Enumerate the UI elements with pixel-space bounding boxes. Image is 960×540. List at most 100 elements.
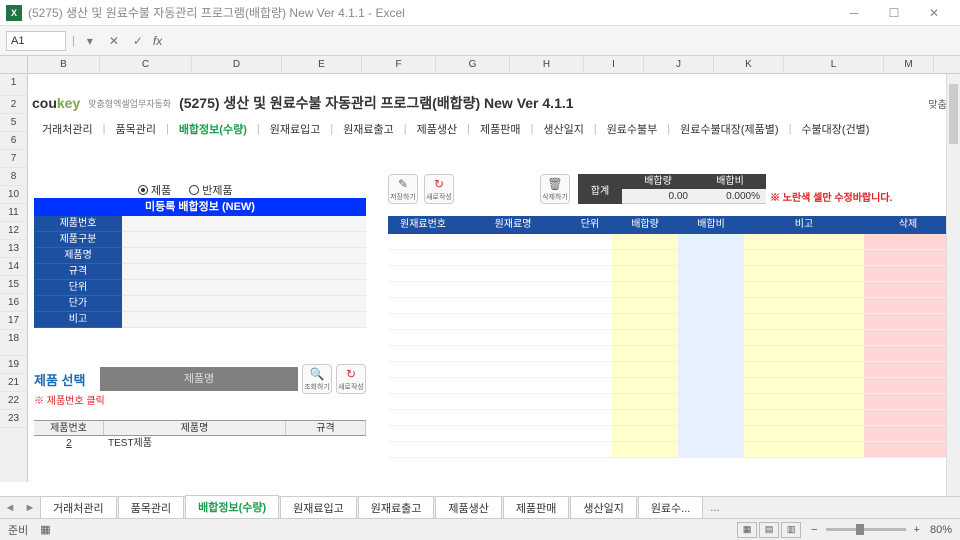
sheet-tab[interactable]: 제품판매 [503, 496, 569, 520]
radio-group: 제품 반제품 [138, 182, 233, 198]
title-bar: X (5275) 생산 및 원료수불 자동관리 프로그램(배합량) New Ve… [0, 0, 960, 26]
formula-bar: A1 | ▾ ✕ ✓ fx [0, 26, 960, 56]
note-text: ※ 제품번호 클릭 [34, 392, 105, 407]
view-normal-button[interactable]: ▦ [737, 522, 757, 538]
fx-label[interactable]: fx [153, 34, 162, 48]
delete-button[interactable]: 🗑삭제하기 [540, 174, 570, 204]
field-label: 제품명 [34, 248, 122, 264]
field-label: 제품번호 [34, 216, 122, 232]
field-label: 제품구분 [34, 232, 122, 248]
pencil-icon: ✎ [398, 177, 408, 191]
refresh-icon: ↻ [346, 367, 356, 381]
field-value[interactable] [122, 264, 366, 280]
field-value[interactable] [122, 296, 366, 312]
column-headers: B C D E F G H I J K L M [0, 56, 960, 74]
nav-item[interactable]: 원재료입고 [260, 121, 331, 137]
excel-icon: X [6, 5, 22, 21]
nav-item[interactable]: 생산일지 [533, 121, 593, 137]
fx-cancel-icon[interactable]: ✕ [105, 34, 123, 48]
sheet-tab[interactable]: 원재료입고 [280, 496, 357, 520]
sheet-tab-active[interactable]: 배합정보(수량) [185, 495, 279, 520]
refresh-icon: ↻ [434, 177, 444, 191]
col-header[interactable]: J [644, 56, 714, 73]
zoom-in-button[interactable]: + [914, 524, 920, 536]
radio-product[interactable]: 제품 [138, 182, 171, 198]
col-header[interactable]: D [192, 56, 282, 73]
field-label: 단가 [34, 296, 122, 312]
summary-box: 합계 배합량0.00 배합비0.000% [578, 174, 766, 204]
search-button[interactable]: 🔍조회하기 [302, 364, 332, 394]
col-header[interactable]: C [100, 56, 192, 73]
radio-dot-icon [189, 185, 199, 195]
close-button[interactable]: ✕ [914, 1, 954, 25]
fx-confirm-icon[interactable]: ✓ [129, 34, 147, 48]
warning-note: ※ 노란색 셀만 수정바랍니다. [770, 189, 892, 204]
status-ready: 준비 [8, 522, 28, 538]
tab-more[interactable]: ... [704, 502, 725, 514]
field-value[interactable] [122, 280, 366, 296]
nav-item[interactable]: 거래처관리 [32, 121, 103, 137]
sheet-tab[interactable]: 생산일지 [570, 496, 636, 520]
field-label: 단위 [34, 280, 122, 296]
window-title: (5275) 생산 및 원료수불 자동관리 프로그램(배합량) New Ver … [28, 4, 834, 21]
new-button[interactable]: ↻새로작성 [336, 364, 366, 394]
field-value[interactable] [122, 216, 366, 232]
nav-item[interactable]: 원료수불대장(제품별) [670, 121, 788, 137]
col-header[interactable]: I [584, 56, 644, 73]
zoom-slider[interactable] [826, 528, 906, 531]
nav-item[interactable]: 품목관리 [105, 121, 165, 137]
tab-nav-right-icon[interactable]: ► [20, 502, 40, 514]
field-value[interactable] [122, 232, 366, 248]
product-number-link[interactable]: 2 [34, 436, 104, 452]
select-all-corner[interactable] [0, 56, 28, 73]
brand-sub: 맞춤형엑셀업무자동화 [88, 97, 171, 110]
sheet-tab[interactable]: 품목관리 [118, 496, 184, 520]
nav-item[interactable]: 제품생산 [407, 121, 467, 137]
ingredient-grid-body[interactable] [388, 234, 952, 478]
col-header[interactable]: M [884, 56, 934, 73]
radio-semi-product[interactable]: 반제품 [189, 182, 232, 198]
col-header[interactable]: H [510, 56, 584, 73]
vertical-scrollbar[interactable] [946, 74, 960, 496]
select-label: 제품 선택 [34, 370, 96, 389]
worksheet[interactable]: coukey 맞춤형엑셀업무자동화 (5275) 생산 및 원료수불 자동관리 … [28, 74, 960, 482]
app-title: (5275) 생산 및 원료수불 자동관리 프로그램(배합량) New Ver … [179, 93, 573, 113]
minimize-button[interactable]: ─ [834, 1, 874, 25]
nav-item[interactable]: 원재료출고 [333, 121, 404, 137]
save-button[interactable]: ✎저장하기 [388, 174, 418, 204]
sheet-tab[interactable]: 거래처관리 [40, 496, 117, 520]
nav-item[interactable]: 원료수불부 [597, 121, 668, 137]
nav-item-active[interactable]: 배합정보(수량) [169, 121, 257, 137]
field-value[interactable] [122, 312, 366, 328]
sheet-tab[interactable]: 제품생산 [435, 496, 501, 520]
view-page-layout-button[interactable]: ▤ [759, 522, 779, 538]
product-name-input[interactable]: 제품명 [100, 367, 298, 391]
new-button[interactable]: ↻새로작성 [424, 174, 454, 204]
nav-item[interactable]: 제품판매 [470, 121, 530, 137]
status-bar: 준비 ▦ ▦ ▤ ▥ − + 80% [0, 518, 960, 540]
zoom-level[interactable]: 80% [930, 524, 952, 536]
zoom-out-button[interactable]: − [811, 524, 817, 536]
nav-item[interactable]: 수불대장(건별) [791, 121, 879, 137]
col-header[interactable]: L [784, 56, 884, 73]
col-header[interactable]: E [282, 56, 362, 73]
field-value[interactable] [122, 248, 366, 264]
col-header[interactable]: F [362, 56, 436, 73]
col-header[interactable]: K [714, 56, 784, 73]
trash-icon: 🗑 [547, 177, 562, 191]
sheet-tabs: ◄ ► 거래처관리 품목관리 배합정보(수량) 원재료입고 원재료출고 제품생산… [0, 496, 960, 518]
col-header[interactable]: G [436, 56, 510, 73]
col-header[interactable]: B [28, 56, 100, 73]
tab-nav-left-icon[interactable]: ◄ [0, 502, 20, 514]
view-page-break-button[interactable]: ▥ [781, 522, 801, 538]
sheet-tab[interactable]: 원료수... [638, 496, 704, 520]
macro-icon[interactable]: ▦ [40, 523, 50, 536]
table-row[interactable]: 2 TEST제품 [34, 436, 366, 452]
name-box[interactable]: A1 [6, 31, 66, 51]
maximize-button[interactable]: ☐ [874, 1, 914, 25]
fx-dropdown-icon[interactable]: ▾ [81, 34, 99, 48]
sheet-tab[interactable]: 원재료출고 [358, 496, 435, 520]
section-header: 미등록 배합정보 (NEW) [34, 198, 366, 216]
product-table-header: 제품번호 제품명 규격 [34, 420, 366, 436]
magnifier-icon: 🔍 [310, 367, 325, 381]
